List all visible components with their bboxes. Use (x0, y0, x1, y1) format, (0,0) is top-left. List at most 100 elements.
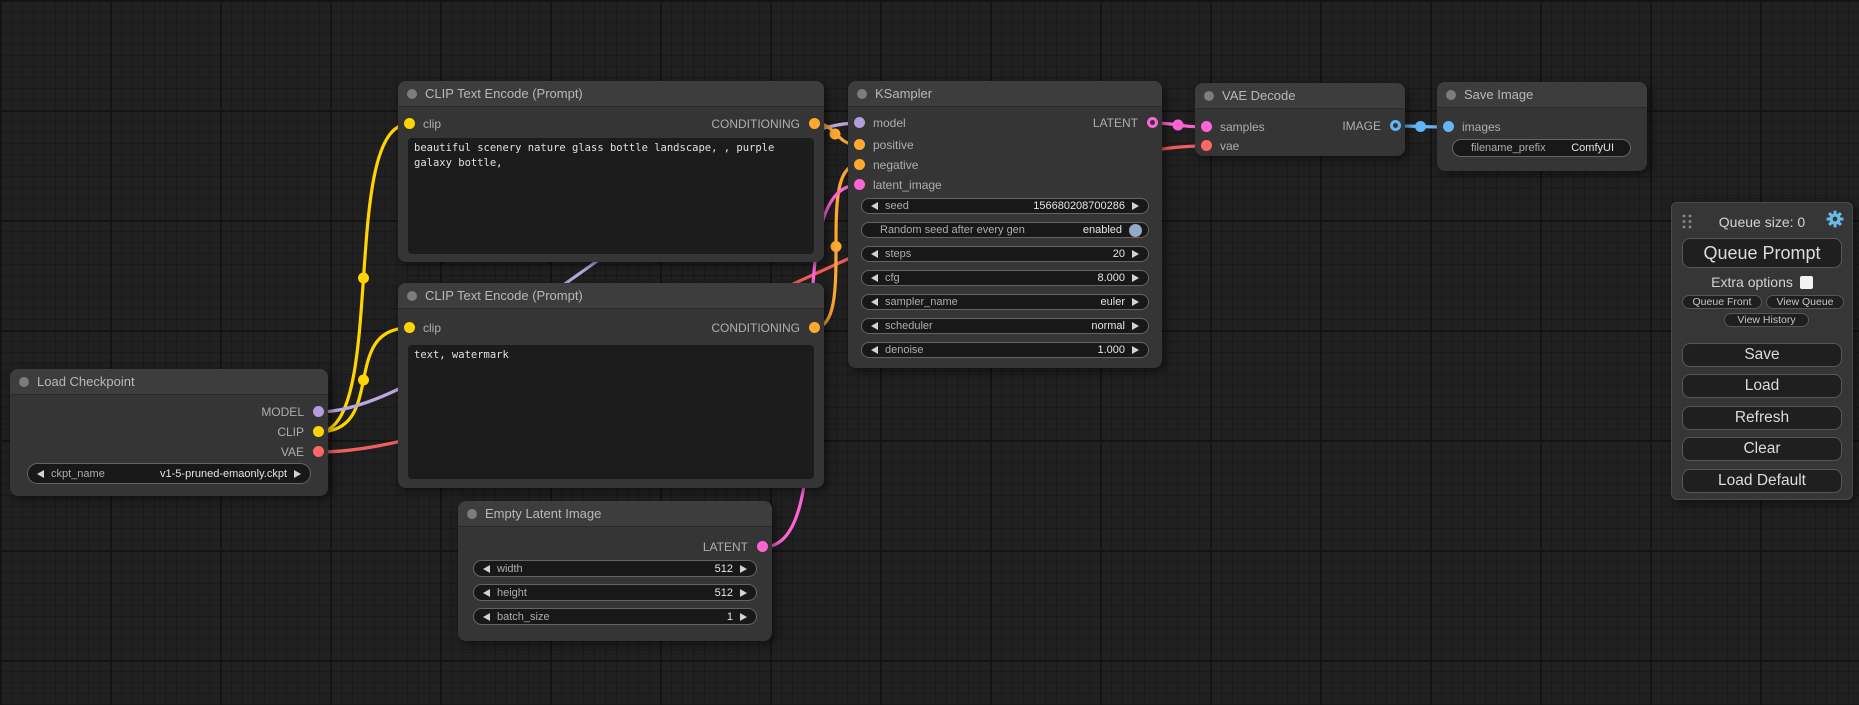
collapse-dot-icon[interactable] (1446, 90, 1456, 100)
node-title-bar[interactable]: VAE Decode (1195, 83, 1405, 109)
view-queue-button[interactable]: View Queue (1766, 295, 1844, 309)
increment-arrow-icon[interactable] (740, 565, 747, 573)
decrement-arrow-icon[interactable] (871, 202, 878, 210)
settings-gear-icon[interactable] (1826, 210, 1844, 228)
decrement-arrow-icon[interactable] (871, 346, 878, 354)
link-midpoint-dot (830, 129, 841, 140)
node-title-bar[interactable]: KSampler (848, 81, 1162, 107)
vae-input-dot[interactable] (1201, 140, 1212, 151)
collapse-dot-icon[interactable] (407, 89, 417, 99)
images-input-dot[interactable] (1443, 121, 1454, 132)
seed-widget[interactable]: seed 156680208700286 (861, 198, 1149, 214)
latent-output-dot[interactable] (757, 541, 768, 552)
collapse-dot-icon[interactable] (19, 377, 29, 387)
queue-front-button[interactable]: Queue Front (1682, 295, 1762, 309)
extra-options-checkbox[interactable] (1800, 276, 1813, 289)
node-title-bar[interactable]: Empty Latent Image (458, 501, 772, 527)
extra-options-label: Extra options (1711, 274, 1793, 290)
link-midpoint-dot (358, 273, 369, 284)
node-empty-latent-image[interactable]: Empty Latent Image LATENT width 512 heig… (458, 501, 772, 641)
scheduler-widget[interactable]: scheduler normal (861, 318, 1149, 334)
decrement-arrow-icon[interactable] (871, 250, 878, 258)
prompt-textarea[interactable]: beautiful scenery nature glass bottle la… (408, 138, 814, 254)
output-slot-conditioning: CONDITIONING (398, 321, 824, 335)
increment-arrow-icon[interactable] (740, 589, 747, 597)
node-title: Load Checkpoint (37, 369, 135, 395)
output-slot-conditioning: CONDITIONING (398, 117, 824, 131)
queue-size-label: Queue size: 0 (1672, 214, 1852, 230)
increment-arrow-icon[interactable] (294, 470, 301, 478)
decrement-arrow-icon[interactable] (871, 322, 878, 330)
clear-button[interactable]: Clear (1682, 437, 1842, 461)
steps-widget[interactable]: steps 20 (861, 246, 1149, 262)
decrement-arrow-icon[interactable] (871, 274, 878, 282)
ckpt-name-widget[interactable]: ckpt_name v1-5-pruned-emaonly.ckpt (27, 463, 311, 484)
link-midpoint-dot (1415, 121, 1426, 132)
batch-size-widget[interactable]: batch_size 1 (473, 608, 757, 625)
node-clip-text-encode-negative[interactable]: CLIP Text Encode (Prompt) clip CONDITION… (398, 283, 824, 488)
node-clip-text-encode-positive[interactable]: CLIP Text Encode (Prompt) clip CONDITION… (398, 81, 824, 262)
conditioning-output-dot[interactable] (809, 322, 820, 333)
node-title-bar[interactable]: CLIP Text Encode (Prompt) (398, 283, 824, 309)
toggle-knob-icon[interactable] (1129, 224, 1142, 237)
node-title-bar[interactable]: Save Image (1437, 82, 1647, 108)
queue-prompt-button[interactable]: Queue Prompt (1682, 238, 1842, 268)
collapse-dot-icon[interactable] (407, 291, 417, 301)
model-output-dot[interactable] (313, 406, 324, 417)
output-slot-image: IMAGE (1195, 119, 1405, 133)
output-slot-model: MODEL (10, 405, 328, 419)
view-history-button[interactable]: View History (1724, 313, 1809, 327)
link-midpoint-dot (831, 241, 842, 252)
decrement-arrow-icon[interactable] (483, 613, 490, 621)
node-title: Empty Latent Image (485, 501, 601, 527)
collapse-dot-icon[interactable] (467, 509, 477, 519)
node-title-bar[interactable]: Load Checkpoint (10, 369, 328, 395)
height-widget[interactable]: height 512 (473, 584, 757, 601)
prompt-textarea[interactable]: text, watermark (408, 345, 814, 479)
load-default-button[interactable]: Load Default (1682, 469, 1842, 493)
refresh-button[interactable]: Refresh (1682, 406, 1842, 430)
image-output-dot[interactable] (1390, 120, 1401, 131)
node-title-bar[interactable]: CLIP Text Encode (Prompt) (398, 81, 824, 107)
latent-image-input-dot[interactable] (854, 179, 865, 190)
save-button[interactable]: Save (1682, 343, 1842, 367)
positive-input-dot[interactable] (854, 139, 865, 150)
decrement-arrow-icon[interactable] (871, 298, 878, 306)
node-graph-canvas[interactable]: Load Checkpoint MODEL CLIP VAE ckpt_name… (0, 0, 1859, 705)
decrement-arrow-icon[interactable] (483, 565, 490, 573)
increment-arrow-icon[interactable] (740, 613, 747, 621)
width-widget[interactable]: width 512 (473, 560, 757, 577)
node-title: CLIP Text Encode (Prompt) (425, 283, 583, 309)
denoise-widget[interactable]: denoise 1.000 (861, 342, 1149, 358)
increment-arrow-icon[interactable] (1132, 322, 1139, 330)
decrement-arrow-icon[interactable] (37, 470, 44, 478)
increment-arrow-icon[interactable] (1132, 346, 1139, 354)
collapse-dot-icon[interactable] (1204, 91, 1214, 101)
output-slot-latent: LATENT (848, 116, 1162, 130)
clip-output-dot[interactable] (313, 426, 324, 437)
extra-options-row: Extra options (1672, 274, 1852, 290)
increment-arrow-icon[interactable] (1132, 274, 1139, 282)
conditioning-output-dot[interactable] (809, 118, 820, 129)
collapse-dot-icon[interactable] (857, 89, 867, 99)
decrement-arrow-icon[interactable] (483, 589, 490, 597)
random-seed-toggle-widget[interactable]: Random seed after every gen enabled (861, 222, 1149, 238)
increment-arrow-icon[interactable] (1132, 298, 1139, 306)
increment-arrow-icon[interactable] (1132, 250, 1139, 258)
negative-input-dot[interactable] (854, 159, 865, 170)
node-save-image[interactable]: Save Image images filename_prefix ComfyU… (1437, 82, 1647, 171)
latent-output-dot[interactable] (1147, 117, 1158, 128)
input-slot-latent-image: latent_image (848, 178, 1162, 192)
node-title: VAE Decode (1222, 83, 1295, 109)
increment-arrow-icon[interactable] (1132, 202, 1139, 210)
load-button[interactable]: Load (1682, 374, 1842, 398)
filename-prefix-widget[interactable]: filename_prefix ComfyUI (1452, 139, 1631, 157)
cfg-widget[interactable]: cfg 8.000 (861, 270, 1149, 286)
link-midpoint-dot (1173, 120, 1184, 131)
node-ksampler[interactable]: KSampler model LATENT positive negative … (848, 81, 1162, 368)
node-vae-decode[interactable]: VAE Decode samples IMAGE vae (1195, 83, 1405, 156)
node-load-checkpoint[interactable]: Load Checkpoint MODEL CLIP VAE ckpt_name… (10, 369, 328, 496)
queue-menu-panel[interactable]: Queue size: 0 Queue Prompt Extra options… (1671, 202, 1853, 500)
sampler-name-widget[interactable]: sampler_name euler (861, 294, 1149, 310)
vae-output-dot[interactable] (313, 446, 324, 457)
